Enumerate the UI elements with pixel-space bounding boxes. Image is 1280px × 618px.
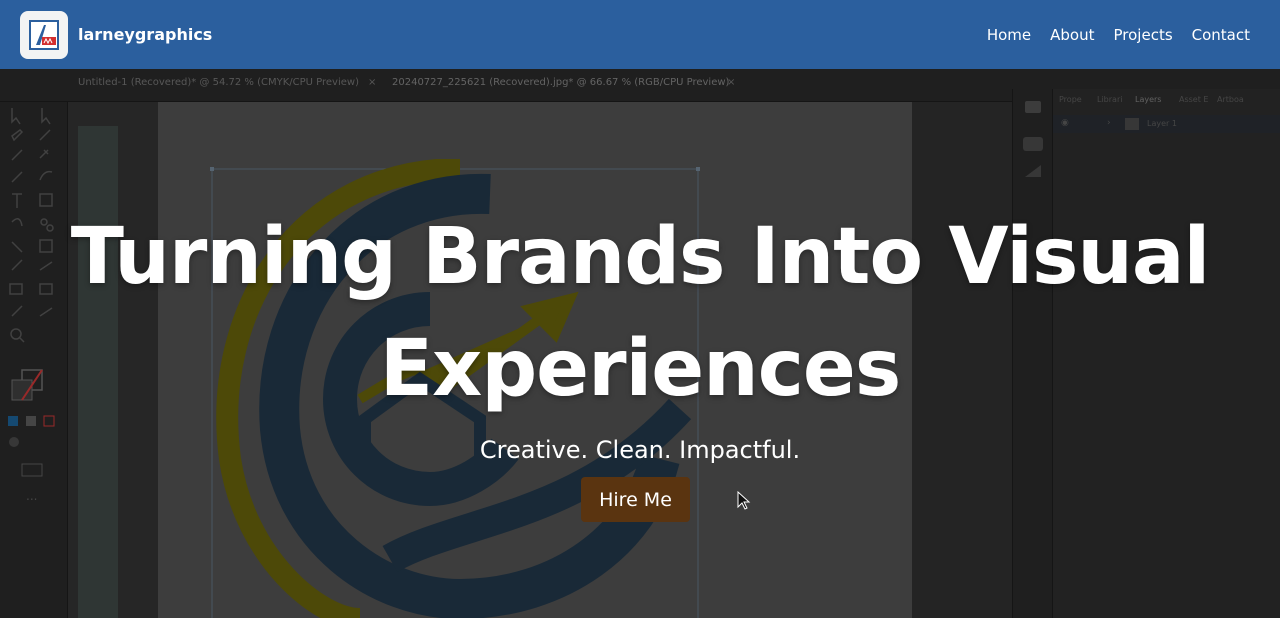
hire-me-button[interactable]: Hire Me (581, 477, 690, 522)
hero-title-line-1: Turning Brands Into Visual (70, 212, 1211, 302)
hero-section: Untitled-1 (Recovered)* @ 54.72 % (CMYK/… (0, 69, 1280, 618)
hero-title: Turning Brands Into Visual Experiences (60, 201, 1220, 425)
nav-home-link[interactable]: Home (987, 26, 1031, 44)
nav-contact-link[interactable]: Contact (1192, 26, 1250, 44)
nav-links: Home About Projects Contact (987, 26, 1250, 44)
hero-title-line-2: Experiences (379, 324, 902, 414)
mouse-cursor-icon (737, 491, 751, 510)
hero-subtitle: Creative. Clean. Impactful. (479, 436, 801, 464)
navbar: larneygraphics Home About Projects Conta… (0, 0, 1280, 69)
nav-projects-link[interactable]: Projects (1114, 26, 1173, 44)
brand-name[interactable]: larneygraphics (78, 25, 212, 44)
page: larneygraphics Home About Projects Conta… (0, 0, 1280, 618)
nav-about-link[interactable]: About (1050, 26, 1094, 44)
brand-logo-icon[interactable] (20, 10, 68, 59)
brand[interactable]: larneygraphics (20, 10, 212, 59)
